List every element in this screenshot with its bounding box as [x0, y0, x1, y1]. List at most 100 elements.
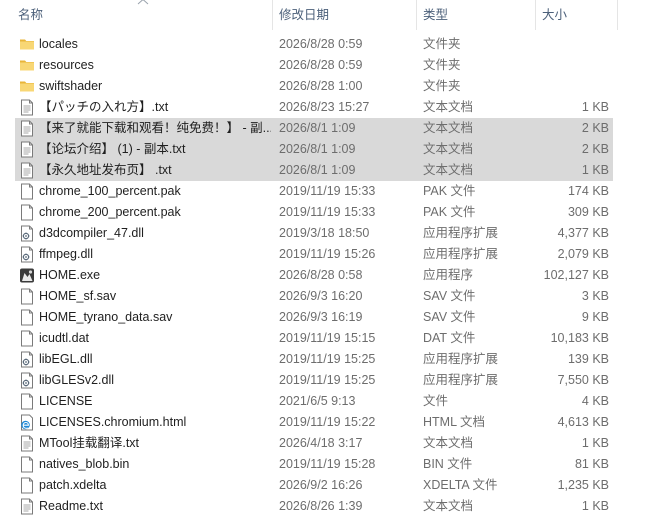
- file-type: 文件: [423, 394, 449, 408]
- file-name: ffmpeg.dll: [39, 247, 93, 261]
- file-date: 2026/8/1 1:09: [279, 142, 356, 156]
- file-row[interactable]: libGLESv2.dll 2019/11/19 15:25 应用程序扩展 7,550…: [15, 370, 613, 391]
- file-row[interactable]: resources 2026/8/28 0:59 文件夹: [15, 55, 613, 76]
- file-name: chrome_200_percent.pak: [39, 205, 181, 219]
- file-date: 2019/11/19 15:26: [279, 247, 376, 261]
- file-row[interactable]: LICENSES.chromium.html 2019/11/19 15:22 HT…: [15, 412, 613, 433]
- file-size: 3 KB: [581, 289, 609, 303]
- file-name: resources: [39, 58, 94, 72]
- file-name: 【来了就能下载和观看！纯免费！】 - 副...: [39, 121, 271, 135]
- file-type: DAT 文件: [423, 331, 476, 345]
- file-name: MTool挂载翻译.txt: [39, 436, 140, 450]
- file-type: XDELTA 文件: [423, 478, 498, 492]
- blank-file-icon: [19, 183, 35, 200]
- file-name: icudtl.dat: [39, 331, 90, 345]
- file-row[interactable]: libEGL.dll 2019/11/19 15:25 应用程序扩展 139 KB: [15, 349, 613, 370]
- file-row[interactable]: d3dcompiler_47.dll 2019/3/18 18:50 应用程序扩展 4…: [15, 223, 613, 244]
- file-type: 应用程序扩展: [423, 373, 499, 387]
- dll-file-icon: [19, 246, 35, 263]
- file-name: locales: [39, 37, 78, 51]
- file-type: 文本文档: [423, 142, 474, 156]
- folder-icon: [19, 78, 35, 95]
- file-type: 应用程序扩展: [423, 352, 499, 366]
- file-size: 1 KB: [581, 100, 609, 114]
- file-type: PAK 文件: [423, 205, 476, 219]
- file-date: 2026/8/28 0:59: [279, 58, 363, 72]
- file-row[interactable]: swiftshader 2026/8/28 1:00 文件夹: [15, 76, 613, 97]
- file-row[interactable]: Readme.txt 2026/8/26 1:39 文本文档 1 KB: [15, 496, 613, 517]
- file-size: 309 KB: [567, 205, 609, 219]
- text-file-icon: [19, 99, 35, 116]
- file-size: 2 KB: [581, 121, 609, 135]
- file-date: 2026/8/28 0:58: [279, 268, 363, 282]
- column-divider[interactable]: [617, 0, 618, 30]
- column-header-name[interactable]: 名称: [18, 0, 268, 30]
- file-row[interactable]: chrome_200_percent.pak 2019/11/19 15:33 PA…: [15, 202, 613, 223]
- file-size: [535, 34, 609, 55]
- file-date: 2026/8/1 1:09: [279, 121, 356, 135]
- file-size: 2 KB: [581, 142, 609, 156]
- file-row[interactable]: 【来了就能下载和观看！纯免费！】 - 副... 2026/8/1 1:09 文本文档…: [15, 118, 613, 139]
- file-row[interactable]: 【パッチの入れ方】.txt 2026/8/23 15:27 文本文档 1 KB: [15, 97, 613, 118]
- dll-file-icon: [19, 351, 35, 368]
- file-row[interactable]: chrome_100_percent.pak 2019/11/19 15:33 PA…: [15, 181, 613, 202]
- file-row[interactable]: patch.xdelta 2026/9/2 16:26 XDELTA 文件 1,235…: [15, 475, 613, 496]
- file-type: 文本文档: [423, 499, 474, 513]
- file-date: 2019/11/19 15:33: [279, 184, 376, 198]
- file-name: d3dcompiler_47.dll: [39, 226, 144, 240]
- blank-file-icon: [19, 456, 35, 473]
- column-header-bar: 名称 修改日期 类型 大小: [0, 0, 667, 30]
- file-row[interactable]: HOME_tyrano_data.sav 2026/9/3 16:19 SAV 文件…: [15, 307, 613, 328]
- file-type: SAV 文件: [423, 310, 476, 324]
- file-name: 【パッチの入れ方】.txt: [39, 100, 169, 114]
- file-name: libEGL.dll: [39, 352, 93, 366]
- file-size: 139 KB: [567, 352, 609, 366]
- file-date: 2019/11/19 15:33: [279, 205, 376, 219]
- file-type: 文件夹: [423, 58, 461, 72]
- file-size: 7,550 KB: [557, 373, 609, 387]
- column-header-size[interactable]: 大小: [542, 0, 612, 30]
- text-file-icon: [19, 498, 35, 515]
- file-date: 2019/11/19 15:15: [279, 331, 376, 345]
- file-size: 1 KB: [581, 163, 609, 177]
- dll-file-icon: [19, 372, 35, 389]
- file-row[interactable]: icudtl.dat 2019/11/19 15:15 DAT 文件 10,183 K…: [15, 328, 613, 349]
- file-row[interactable]: HOME_sf.sav 2026/9/3 16:20 SAV 文件 3 KB: [15, 286, 613, 307]
- text-file-icon: [19, 162, 35, 179]
- file-size: 1 KB: [581, 436, 609, 450]
- column-header-date[interactable]: 修改日期: [279, 0, 409, 30]
- file-row[interactable]: 【论坛介绍】 (1) - 副本.txt 2026/8/1 1:09 文本文档 2 KB: [15, 139, 613, 160]
- column-divider[interactable]: [416, 0, 417, 30]
- file-size: 174 KB: [567, 184, 609, 198]
- file-row[interactable]: LICENSE 2021/6/5 9:13 文件 4 KB: [15, 391, 613, 412]
- file-row[interactable]: locales 2026/8/28 0:59 文件夹: [15, 34, 613, 55]
- file-row[interactable]: ffmpeg.dll 2019/11/19 15:26 应用程序扩展 2,079 KB: [15, 244, 613, 265]
- file-size: 4,377 KB: [557, 226, 609, 240]
- file-date: 2026/8/1 1:09: [279, 163, 356, 177]
- column-divider[interactable]: [535, 0, 536, 30]
- file-date: 2019/11/19 15:22: [279, 415, 376, 429]
- file-size: 1,235 KB: [557, 478, 609, 492]
- blank-file-icon: [19, 393, 35, 410]
- file-row[interactable]: HOME.exe 2026/8/28 0:58 应用程序 102,127 KB: [15, 265, 613, 286]
- file-name: natives_blob.bin: [39, 457, 130, 471]
- file-row[interactable]: natives_blob.bin 2019/11/19 15:28 BIN 文件 81…: [15, 454, 613, 475]
- file-size: 81 KB: [574, 457, 609, 471]
- file-date: 2019/11/19 15:25: [279, 373, 376, 387]
- file-type: HTML 文档: [423, 415, 486, 429]
- file-date: 2026/8/28 1:00: [279, 79, 363, 93]
- file-row[interactable]: MTool挂载翻译.txt 2026/4/18 3:17 文本文档 1 KB: [15, 433, 613, 454]
- file-name: HOME.exe: [39, 268, 101, 282]
- file-name: LICENSE: [39, 394, 93, 408]
- app-exe-icon: [19, 267, 35, 284]
- file-size: [535, 55, 609, 76]
- file-row[interactable]: 【永久地址发布页】 .txt 2026/8/1 1:09 文本文档 1 KB: [15, 160, 613, 181]
- text-file-icon: [19, 120, 35, 137]
- file-name: swiftshader: [39, 79, 103, 93]
- column-header-type[interactable]: 类型: [423, 0, 533, 30]
- file-name: Readme.txt: [39, 499, 103, 513]
- text-file-icon: [19, 141, 35, 158]
- column-divider[interactable]: [272, 0, 273, 30]
- file-type: 文本文档: [423, 100, 474, 114]
- blank-file-icon: [19, 288, 35, 305]
